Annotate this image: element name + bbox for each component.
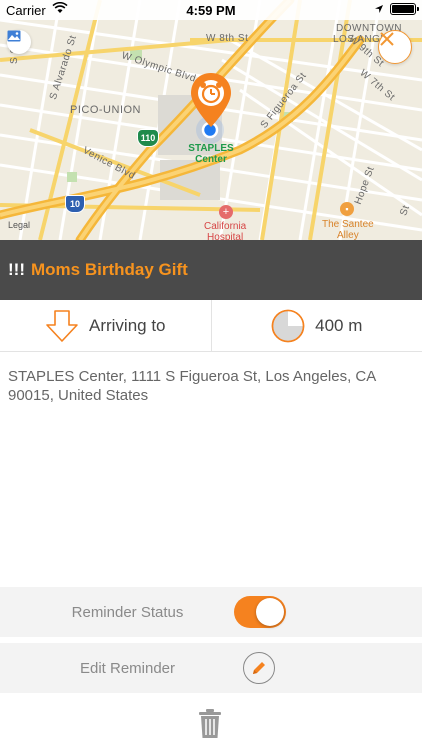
trigger-radius[interactable]: 400 m xyxy=(212,300,422,351)
trigger-type[interactable]: Arriving to xyxy=(0,300,212,351)
pencil-icon xyxy=(253,662,265,674)
location-map[interactable]: W 8th St W 9th St W 7th St W Olympic Blv… xyxy=(0,0,422,240)
poi-santee-alley[interactable]: The Santee Alley xyxy=(322,219,374,240)
trigger-label: Arriving to xyxy=(88,315,166,335)
street-label: W 8th St xyxy=(206,33,249,44)
edit-reminder-label: Edit Reminder xyxy=(79,659,176,677)
radius-label: 400 m xyxy=(315,315,363,335)
photo-icon[interactable] xyxy=(7,30,31,54)
close-icon xyxy=(380,32,394,46)
poi-staples-center[interactable]: STAPLES Center xyxy=(187,143,235,165)
edit-reminder-button[interactable] xyxy=(243,652,275,684)
delete-reminder-button[interactable] xyxy=(198,709,222,739)
battery-icon xyxy=(390,3,419,15)
status-bar: Carrier 4:59 PM xyxy=(0,0,422,20)
reminder-pin-icon[interactable] xyxy=(190,72,232,128)
highway-110-shield: 110 xyxy=(137,129,159,147)
clock: 4:59 PM xyxy=(186,3,236,18)
toggle-knob xyxy=(256,598,284,626)
reminder-status-row: Reminder Status xyxy=(0,587,422,637)
trigger-info-row: Arriving to 400 m xyxy=(0,300,422,352)
location-arrow-icon xyxy=(375,5,383,13)
radius-icon xyxy=(271,309,305,342)
edit-reminder-row[interactable]: Edit Reminder xyxy=(0,643,422,693)
reminder-status-toggle[interactable] xyxy=(234,596,286,628)
reminder-status-label: Reminder Status xyxy=(71,603,184,621)
reminder-title-bar: !!! Moms Birthday Gift xyxy=(0,240,422,300)
shopping-icon: ▪ xyxy=(340,202,354,216)
poi-california-hospital[interactable]: California Hospital xyxy=(204,221,246,240)
interstate-10-shield: 10 xyxy=(65,195,85,213)
hospital-icon: + xyxy=(219,205,233,219)
area-label: PICO-UNION xyxy=(70,104,141,116)
priority-indicator: !!! xyxy=(8,260,25,279)
map-legal-link[interactable]: Legal xyxy=(8,220,30,230)
reminder-title: Moms Birthday Gift xyxy=(30,260,188,279)
reminder-address: STAPLES Center, 1111 S Figueroa St, Los … xyxy=(8,368,376,404)
close-button[interactable] xyxy=(378,30,412,64)
arrow-down-icon xyxy=(46,309,78,342)
